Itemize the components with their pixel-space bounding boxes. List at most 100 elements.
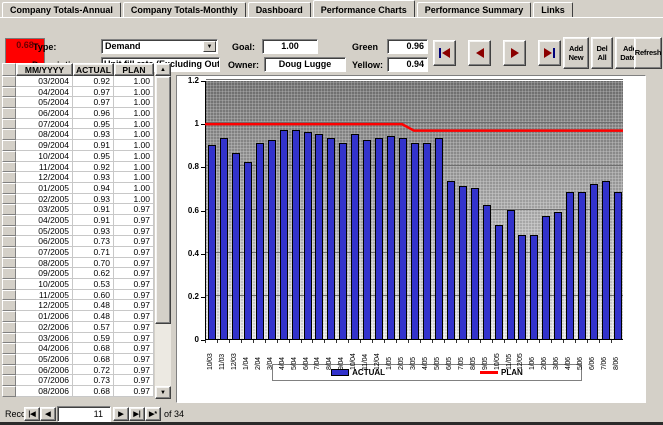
type-combobox[interactable]: Demand ▼ <box>101 39 218 54</box>
row-selector[interactable] <box>2 321 16 333</box>
table-cell[interactable]: 0.95 <box>73 150 114 162</box>
actual-bar[interactable] <box>614 192 623 339</box>
table-cell[interactable]: 0.97 <box>114 225 154 237</box>
actual-bar[interactable] <box>530 235 539 339</box>
table-cell[interactable]: 0.93 <box>73 129 114 141</box>
table-cell[interactable]: 0.68 <box>73 353 114 365</box>
row-selector[interactable] <box>2 129 16 141</box>
table-cell[interactable]: 06/2006 <box>16 364 73 376</box>
next-record-button[interactable] <box>503 40 526 66</box>
last-record-button[interactable] <box>538 40 561 66</box>
table-cell[interactable]: 0.70 <box>73 257 114 269</box>
table-cell[interactable]: 01/2006 <box>16 311 73 322</box>
table-cell[interactable]: 0.97 <box>114 343 154 354</box>
row-selector[interactable] <box>2 311 16 322</box>
table-cell[interactable]: 02/2005 <box>16 193 73 205</box>
table-cell[interactable]: 1.00 <box>114 150 154 162</box>
row-selector[interactable] <box>2 268 16 280</box>
table-cell[interactable]: 04/2005 <box>16 214 73 226</box>
table-cell[interactable]: 04/2006 <box>16 343 73 354</box>
actual-bar[interactable] <box>458 185 467 339</box>
table-cell[interactable]: 09/2005 <box>16 268 73 280</box>
table-cell[interactable]: 0.97 <box>114 375 154 386</box>
table-cell[interactable]: 1.00 <box>114 76 154 87</box>
actual-bar[interactable] <box>422 142 431 339</box>
column-header-plan[interactable]: PLAN <box>114 63 154 76</box>
table-cell[interactable]: 09/2004 <box>16 140 73 151</box>
table-cell[interactable]: 0.97 <box>114 364 154 376</box>
row-selector[interactable] <box>2 236 16 247</box>
actual-bar[interactable] <box>506 209 515 339</box>
del-all-button[interactable]: Del All <box>591 37 613 69</box>
actual-bar[interactable] <box>303 131 312 339</box>
table-cell[interactable]: 01/2005 <box>16 182 73 194</box>
table-cell[interactable]: 02/2006 <box>16 321 73 333</box>
row-selector[interactable] <box>2 193 16 205</box>
table-cell[interactable]: 0.97 <box>114 279 154 290</box>
table-cell[interactable]: 1.00 <box>114 97 154 109</box>
table-cell[interactable]: 11/2004 <box>16 161 73 173</box>
table-cell[interactable]: 03/2004 <box>16 76 73 87</box>
record-number-input[interactable]: 11 <box>57 406 111 422</box>
table-cell[interactable]: 0.97 <box>73 97 114 109</box>
column-header-actual[interactable]: ACTUAL <box>73 63 114 76</box>
actual-bar[interactable] <box>231 153 240 339</box>
table-cell[interactable]: 03/2005 <box>16 204 73 215</box>
actual-bar[interactable] <box>494 224 503 339</box>
table-cell[interactable]: 0.97 <box>73 86 114 98</box>
table-cell[interactable]: 1.00 <box>114 161 154 173</box>
row-selector[interactable] <box>2 279 16 290</box>
table-cell[interactable]: 0.60 <box>73 289 114 301</box>
actual-bar[interactable] <box>434 138 443 339</box>
row-selector[interactable] <box>2 332 16 344</box>
actual-bar[interactable] <box>315 133 324 339</box>
actual-bar[interactable] <box>387 136 396 339</box>
tab-performance-summary[interactable]: Performance Summary <box>416 2 532 17</box>
row-selector[interactable] <box>2 108 16 119</box>
row-selector[interactable] <box>2 385 16 397</box>
table-cell[interactable]: 1.00 <box>114 129 154 141</box>
table-cell[interactable]: 0.93 <box>73 225 114 237</box>
owner-field[interactable]: Doug Lugge <box>264 57 346 72</box>
table-cell[interactable]: 08/2006 <box>16 385 73 397</box>
actual-bar[interactable] <box>578 192 587 339</box>
table-cell[interactable]: 12/2005 <box>16 300 73 312</box>
table-cell[interactable]: 0.53 <box>73 279 114 290</box>
table-cell[interactable]: 0.73 <box>73 236 114 247</box>
table-cell[interactable]: 10/2004 <box>16 150 73 162</box>
row-selector[interactable] <box>2 150 16 162</box>
tab-links[interactable]: Links <box>533 2 573 17</box>
table-cell[interactable]: 0.91 <box>73 204 114 215</box>
table-cell[interactable]: 07/2005 <box>16 247 73 258</box>
previous-record-nav-button[interactable]: ◀ <box>40 407 56 421</box>
table-cell[interactable]: 0.97 <box>114 247 154 258</box>
tab-company-totals-monthly[interactable]: Company Totals-Monthly <box>122 2 246 17</box>
add-new-button[interactable]: Add New <box>563 37 589 69</box>
table-cell[interactable]: 07/2004 <box>16 118 73 130</box>
table-cell[interactable]: 0.97 <box>114 353 154 365</box>
table-cell[interactable]: 05/2006 <box>16 353 73 365</box>
table-cell[interactable]: 08/2004 <box>16 129 73 141</box>
row-selector[interactable] <box>2 353 16 365</box>
table-cell[interactable]: 0.68 <box>73 385 114 397</box>
row-selector[interactable] <box>2 225 16 237</box>
row-selector[interactable] <box>2 289 16 301</box>
table-cell[interactable]: 0.97 <box>114 214 154 226</box>
actual-bar[interactable] <box>411 142 419 339</box>
row-selector[interactable] <box>2 247 16 258</box>
actual-bar[interactable] <box>327 138 336 339</box>
table-cell[interactable]: 0.97 <box>114 321 154 333</box>
table-cell[interactable]: 08/2005 <box>16 257 73 269</box>
table-cell[interactable]: 0.97 <box>114 236 154 247</box>
table-cell[interactable]: 03/2006 <box>16 332 73 344</box>
row-selector[interactable] <box>2 300 16 312</box>
actual-bar[interactable] <box>590 183 599 339</box>
actual-bar[interactable] <box>339 142 348 339</box>
table-cell[interactable]: 0.97 <box>114 311 154 322</box>
scroll-down-button[interactable]: ▼ <box>155 386 171 399</box>
actual-bar[interactable] <box>542 215 551 339</box>
table-cell[interactable]: 0.97 <box>114 204 154 215</box>
row-selector[interactable] <box>2 214 16 226</box>
table-cell[interactable]: 0.73 <box>73 375 114 386</box>
table-cell[interactable]: 06/2004 <box>16 108 73 119</box>
